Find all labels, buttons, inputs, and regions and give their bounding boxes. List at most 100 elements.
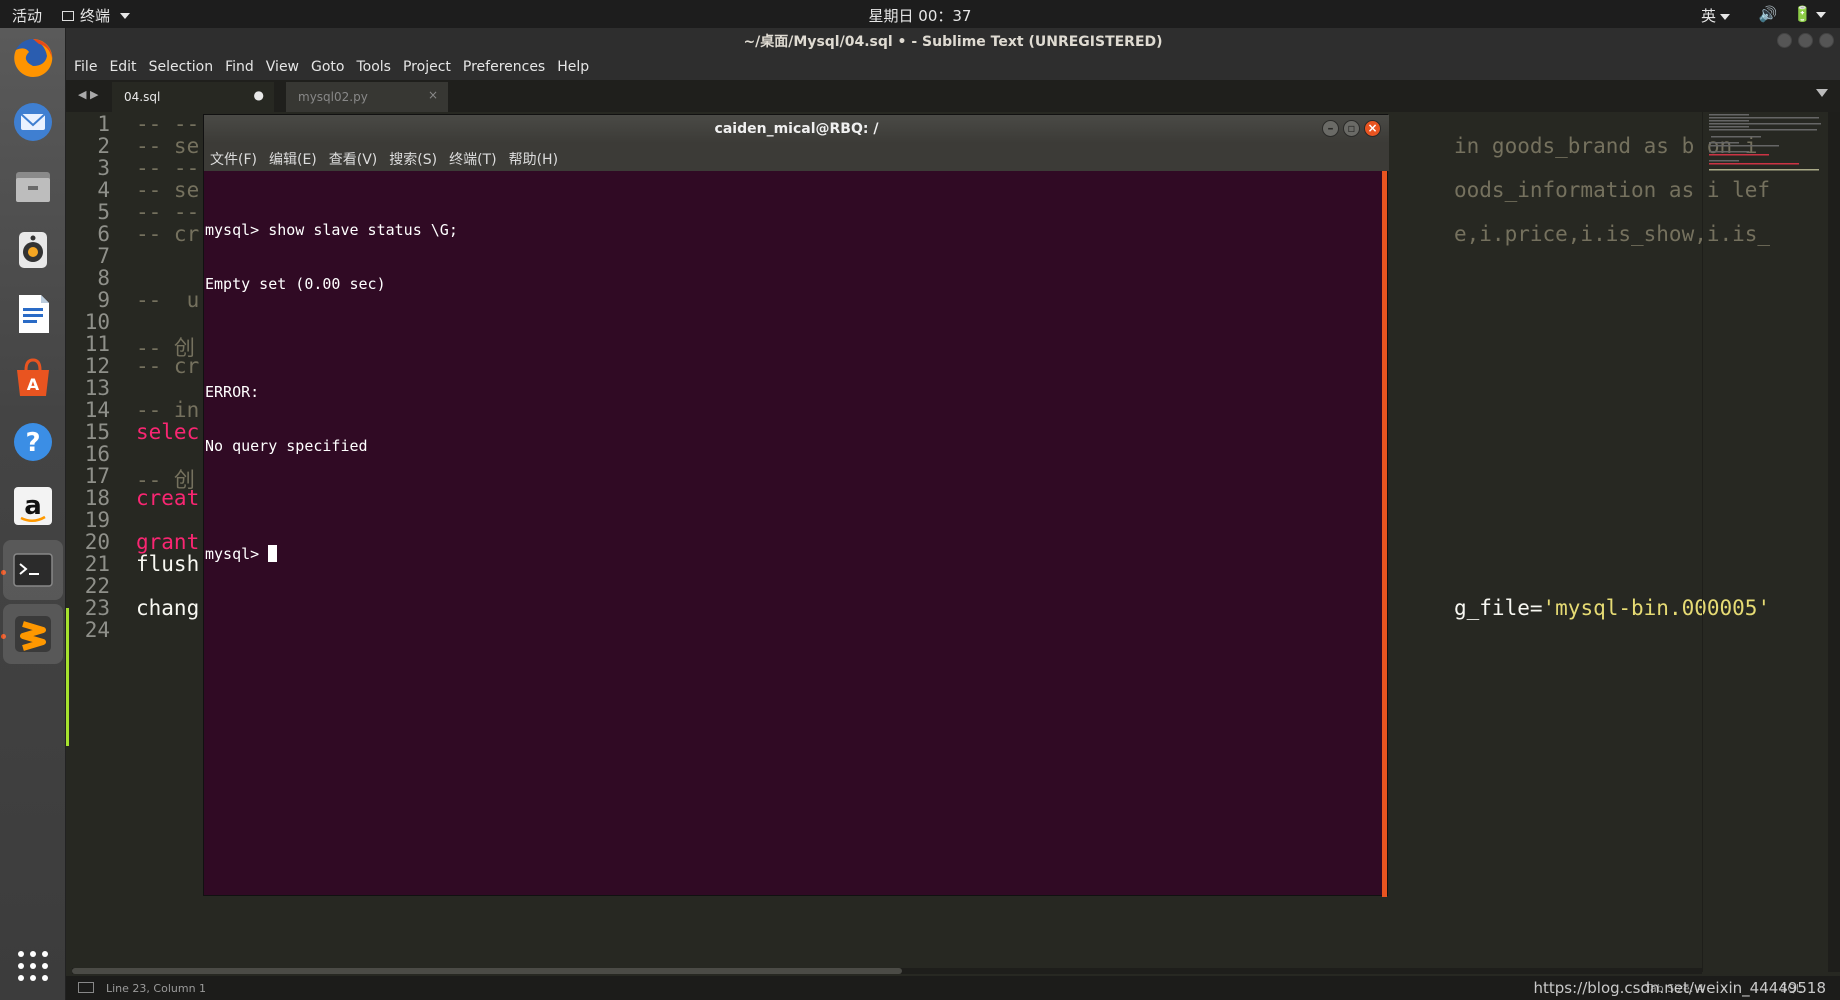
menu-bar: File Edit Selection Find View Goto Tools…: [66, 56, 1840, 80]
code-line: flush: [136, 552, 200, 576]
files-icon[interactable]: [9, 162, 57, 210]
maximize-button[interactable]: [1798, 33, 1813, 48]
terminal-scrollbar[interactable]: [1382, 171, 1387, 897]
show-apps-icon[interactable]: [9, 942, 57, 990]
terminal-prompt: mysql>: [205, 545, 269, 563]
tab-nav-arrows[interactable]: ◀ ▶: [78, 88, 98, 101]
code-line: -- cr: [136, 222, 200, 246]
line-number: 16: [84, 442, 110, 466]
menu-preferences[interactable]: Preferences: [457, 56, 551, 80]
terminal-icon[interactable]: [3, 540, 63, 600]
terminal-output[interactable]: mysql> show slave status \G; Empty set (…: [204, 171, 1381, 897]
line-number: 24: [84, 618, 110, 642]
rhythmbox-icon[interactable]: [9, 226, 57, 274]
vertical-scrollbar[interactable]: [1828, 112, 1840, 972]
minimap[interactable]: [1702, 112, 1828, 972]
code-line: -- --: [136, 200, 200, 224]
code-line: -- se: [136, 178, 200, 202]
text-cursor: [268, 545, 278, 562]
code-line: chang: [136, 596, 200, 620]
panel-switcher-icon[interactable]: [78, 982, 94, 993]
menu-edit[interactable]: Edit: [103, 56, 142, 80]
clock[interactable]: 星期日 00：37: [0, 5, 1840, 26]
help-icon[interactable]: ?: [9, 418, 57, 466]
line-number: 12: [84, 354, 110, 378]
terminal-line: ERROR:: [205, 383, 260, 401]
maximize-button[interactable]: ▫: [1343, 120, 1360, 137]
tab-04-sql[interactable]: 04.sql ●: [112, 82, 274, 112]
menu-search[interactable]: 搜索(S): [383, 143, 443, 171]
terminal-prompt-line[interactable]: mysql>: [205, 545, 1380, 563]
line-number: 2: [97, 134, 110, 158]
close-icon[interactable]: ×: [428, 88, 438, 102]
scrollbar-thumb[interactable]: [72, 968, 902, 974]
menu-file[interactable]: 文件(F): [204, 143, 263, 171]
code-line: -- --: [136, 112, 200, 136]
battery-icon[interactable]: 🔋: [1793, 5, 1826, 23]
menu-selection[interactable]: Selection: [143, 56, 220, 80]
line-number: 6: [97, 222, 110, 246]
code-line: -- in: [136, 398, 200, 422]
thunderbird-icon[interactable]: [9, 98, 57, 146]
window-controls: [1777, 33, 1834, 48]
tab-overflow-icon[interactable]: [1816, 89, 1828, 97]
menu-help[interactable]: 帮助(H): [503, 143, 564, 171]
tab-mysql02-py[interactable]: mysql02.py ×: [286, 82, 448, 112]
firefox-icon[interactable]: [9, 34, 57, 82]
close-button[interactable]: ×: [1364, 120, 1381, 137]
menu-view[interactable]: View: [260, 56, 305, 80]
watermark: https://blog.csdn.net/weixin_44449518: [1533, 979, 1826, 997]
line-number: 5: [97, 200, 110, 224]
line-number: 11: [84, 332, 110, 356]
chevron-down-icon: [120, 12, 131, 19]
app-menu[interactable]: 终端: [62, 5, 131, 26]
terminal-line: Empty set (0.00 sec): [205, 275, 386, 293]
tab-bar: ◀ ▶ 04.sql ● mysql02.py ×: [66, 80, 1840, 112]
amazon-icon[interactable]: a: [9, 482, 57, 530]
sublime-text-icon[interactable]: [3, 604, 63, 664]
terminal-menu-bar: 文件(F) 编辑(E) 查看(V) 搜索(S) 终端(T) 帮助(H): [204, 143, 1389, 171]
cursor-position: Line 23, Column 1: [106, 982, 207, 995]
menu-terminal[interactable]: 终端(T): [443, 143, 502, 171]
menu-edit[interactable]: 编辑(E): [263, 143, 323, 171]
line-number: 9: [97, 288, 110, 312]
code-line: -- cr: [136, 354, 200, 378]
menu-find[interactable]: Find: [219, 56, 260, 80]
menu-project[interactable]: Project: [397, 56, 457, 80]
libreoffice-writer-icon[interactable]: [9, 290, 57, 338]
minimize-button[interactable]: –: [1322, 120, 1339, 137]
menu-help[interactable]: Help: [551, 56, 595, 80]
menu-tools[interactable]: Tools: [350, 56, 397, 80]
menu-view[interactable]: 查看(V): [323, 143, 384, 171]
line-number: 17: [84, 464, 110, 488]
svg-text:a: a: [24, 491, 42, 521]
line-number: 19: [84, 508, 110, 532]
line-number: 4: [97, 178, 110, 202]
chevron-down-icon: [1816, 11, 1826, 18]
svg-text:A: A: [27, 375, 40, 394]
volume-icon[interactable]: 🔊: [1759, 5, 1778, 23]
line-number: 1: [97, 112, 110, 136]
menu-goto[interactable]: Goto: [305, 56, 350, 80]
line-number: 14: [84, 398, 110, 422]
menu-file[interactable]: File: [68, 56, 103, 80]
line-number: 22: [84, 574, 110, 598]
input-method-label: 英: [1700, 7, 1716, 25]
terminal-line: mysql> show slave status \G;: [205, 221, 458, 239]
chevron-down-icon: [1720, 13, 1730, 20]
code-line: -- se: [136, 134, 200, 158]
window-title: ~/桌面/Mysql/04.sql • - Sublime Text (UNRE…: [66, 28, 1840, 56]
software-center-icon[interactable]: A: [9, 354, 57, 402]
line-number: 23: [84, 596, 110, 620]
close-button[interactable]: [1819, 33, 1834, 48]
app-menu-label: 终端: [80, 7, 111, 25]
unsaved-dot-icon[interactable]: ●: [254, 88, 264, 102]
line-number: 15: [84, 420, 110, 444]
minimize-button[interactable]: [1777, 33, 1792, 48]
activities-button[interactable]: 活动: [12, 5, 42, 26]
system-tray[interactable]: 🔊 🔋: [1759, 5, 1826, 23]
input-method-indicator[interactable]: 英: [1701, 5, 1730, 26]
code-line: selec: [136, 420, 200, 444]
horizontal-scrollbar[interactable]: [72, 968, 1702, 974]
